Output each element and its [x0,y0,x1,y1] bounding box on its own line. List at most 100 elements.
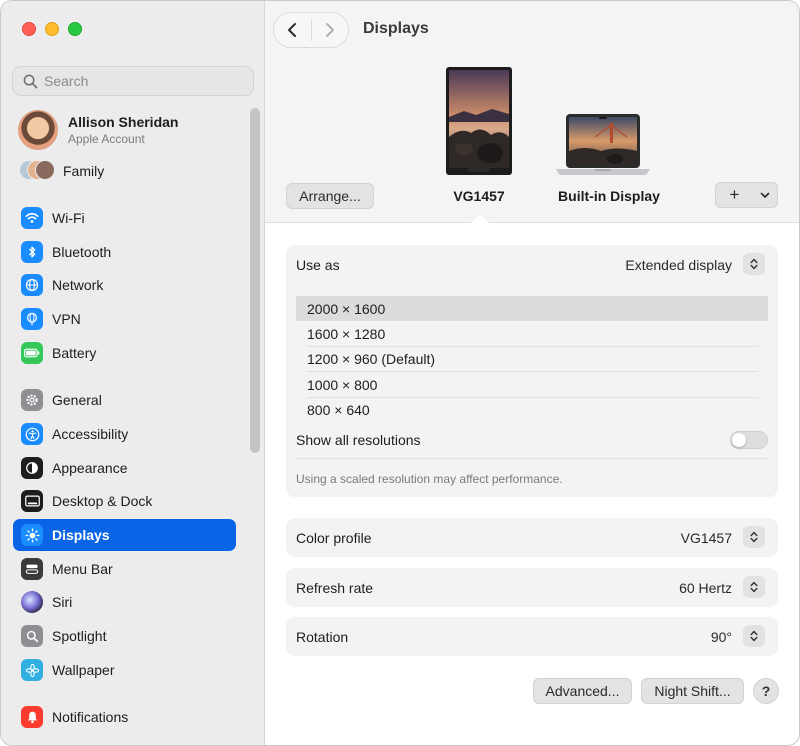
search-input[interactable] [44,73,244,89]
search-field[interactable] [12,66,254,96]
sidebar-item-label: Siri [52,594,73,610]
resolution-option[interactable]: 2000 × 1600 [296,296,768,321]
minimize-window-button[interactable] [45,22,59,36]
account-row[interactable]: Allison Sheridan Apple Account [18,109,178,151]
sidebar-item-label: Menu Bar [52,561,113,577]
menubar-icon [21,558,43,580]
sun-icon [21,524,43,546]
use-as-label: Use as [296,257,340,273]
sidebar: Allison Sheridan Apple Account Family Wi… [1,1,265,745]
wifi-icon [21,207,43,229]
chevron-left-icon [288,23,297,37]
sidebar-item-wallpaper[interactable]: Wallpaper [13,654,236,686]
family-avatars-icon [19,160,55,182]
main-pane: Displays VG1457 Built-in Display Arrange… [265,1,799,745]
close-window-button[interactable] [22,22,36,36]
family-label: Family [63,163,105,179]
accessibility-icon [21,423,43,445]
avatar [18,110,58,150]
family-row[interactable]: Family [19,159,104,183]
siri-icon [21,591,43,613]
sidebar-item-bluetooth[interactable]: Bluetooth [13,236,236,268]
bluetooth-icon [21,241,43,263]
sidebar-item-spotlight[interactable]: Spotlight [13,620,236,652]
sidebar-item-label: VPN [52,311,81,327]
battery-icon [21,342,43,364]
resolution-option[interactable]: 1600 × 1280 [296,321,768,346]
sidebar-item-label: General [52,392,102,408]
refresh-rate-popup-button[interactable] [743,576,765,598]
color-profile-popup-button[interactable] [743,526,765,548]
sidebar-item-appearance[interactable]: Appearance [13,452,236,484]
sidebar-item-label: Battery [52,345,97,361]
resolution-option[interactable]: 800 × 640 [296,397,768,422]
search-icon [23,74,38,88]
chevron-updown-icon [750,258,758,270]
selected-display-pointer [470,214,490,224]
sidebar-item-general[interactable]: General [13,384,236,416]
forward-button[interactable] [312,13,349,47]
sidebar-scrollbar[interactable] [250,108,260,453]
resolution-option[interactable]: 1000 × 800 [296,372,768,397]
arrange-button[interactable]: Arrange... [286,183,374,209]
globe-icon [21,274,43,296]
rotation-value[interactable]: 90° [711,629,732,645]
built-in-display-thumbnail[interactable] [555,113,651,179]
resolution-option[interactable]: 1200 × 960 (Default) [296,346,768,371]
help-button[interactable]: ? [753,678,779,704]
sidebar-item-siri[interactable]: Siri [13,586,236,618]
display-arrangement-header: Displays VG1457 Built-in Display Arrange… [265,1,799,224]
use-as-popup-button[interactable] [743,253,765,275]
sidebar-item-label: Spotlight [52,628,107,644]
chevron-updown-icon [750,531,758,543]
window-controls [22,22,82,36]
back-button[interactable] [274,13,311,47]
sidebar-item-vpn[interactable]: VPN [13,303,236,335]
sidebar-item-network[interactable]: Network [13,269,236,301]
sidebar-item-label: Bluetooth [52,244,112,260]
sidebar-item-label: Wi-Fi [52,210,85,226]
add-display-button[interactable]: + [716,185,753,205]
sidebar-item-label: Network [52,277,104,293]
vg1457-display-thumbnail[interactable] [446,67,512,175]
sidebar-item-battery[interactable]: Battery [13,337,236,369]
vpn-globe-icon [21,308,43,330]
refresh-rate-value[interactable]: 60 Hertz [679,580,732,596]
color-profile-value[interactable]: VG1457 [681,530,732,546]
chevron-updown-icon [750,581,758,593]
sidebar-item-label: Displays [52,527,110,543]
display-name-built-in[interactable]: Built-in Display [544,188,674,204]
refresh-rate-row: Refresh rate 60 Hertz [286,568,778,607]
navigation-buttons [273,12,349,48]
account-name: Allison Sheridan [68,114,179,130]
sidebar-item-label: Desktop & Dock [52,493,153,509]
show-all-resolutions-toggle[interactable] [730,431,768,449]
night-shift-button[interactable]: Night Shift... [641,678,744,704]
sidebar-item-wifi[interactable]: Wi-Fi [13,202,236,234]
sidebar-item-accessibility[interactable]: Accessibility [13,418,236,450]
use-as-value[interactable]: Extended display [625,257,732,273]
sidebar-item-displays[interactable]: Displays [13,519,236,551]
sidebar-item-desktop-dock[interactable]: Desktop & Dock [13,485,236,517]
dock-icon [21,490,43,512]
gear-icon [21,389,43,411]
color-profile-label: Color profile [296,530,372,546]
appearance-icon [21,457,43,479]
add-display-control: + [715,182,778,208]
settings-window: Allison Sheridan Apple Account Family Wi… [0,0,800,746]
display-name-vg1457[interactable]: VG1457 [429,188,529,204]
rotation-row: Rotation 90° [286,617,778,656]
sidebar-item-notifications[interactable]: Notifications [13,701,236,733]
advanced-button[interactable]: Advanced... [533,678,632,704]
flower-icon [21,659,43,681]
rotation-popup-button[interactable] [743,625,765,647]
sidebar-item-menu-bar[interactable]: Menu Bar [13,553,236,585]
rotation-label: Rotation [296,629,349,645]
display-mode-card: Use as Extended display 2000 × 1600 1600… [286,245,778,497]
page-title: Displays [363,20,429,37]
chevron-updown-icon [750,630,758,642]
zoom-window-button[interactable] [68,22,82,36]
add-display-menu-button[interactable] [753,192,777,199]
chevron-down-icon [760,192,770,198]
chevron-right-icon [325,23,334,37]
